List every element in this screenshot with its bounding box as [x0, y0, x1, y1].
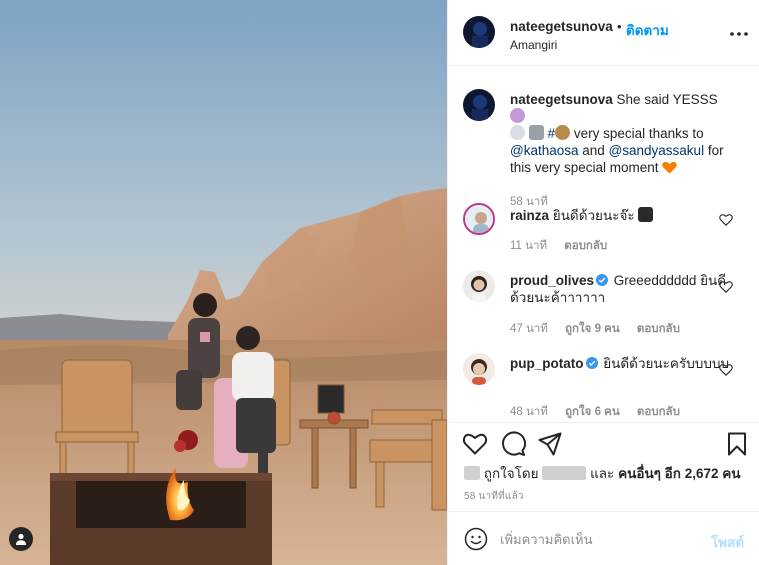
- emoji-icon: [510, 108, 525, 123]
- comment-input[interactable]: [500, 527, 700, 551]
- comment-time[interactable]: 48 นาที: [510, 406, 548, 418]
- landscape-emoji-icon: [528, 125, 544, 140]
- user-tag-icon: [16, 533, 26, 545]
- comment-heart-icon[interactable]: [719, 213, 733, 227]
- likes-summary: ถูกใจโดย และ คนอื่นๆ อีก 2,672 คน: [464, 462, 741, 481]
- caption-text-1: She said YESSS: [616, 92, 718, 107]
- follow-separator: •: [617, 19, 622, 34]
- comment-username[interactable]: rainza: [510, 208, 549, 223]
- smile-icon[interactable]: [464, 527, 488, 551]
- comment-body: ยินดีด้วยนะจ๊ะ: [552, 208, 635, 223]
- verified-badge-icon: [585, 357, 598, 369]
- liker-name-blurred[interactable]: [542, 466, 587, 480]
- comment-username[interactable]: pup_potato: [510, 356, 584, 371]
- comment-likes[interactable]: ถูกใจ 9 คน: [565, 323, 620, 335]
- post-side-panel: nateegetsunova • ติดตาม Amangiri nateege…: [447, 0, 759, 565]
- comment-avatar[interactable]: [463, 203, 495, 235]
- post-image: [0, 0, 447, 565]
- comment-avatar[interactable]: [463, 270, 495, 302]
- post-timestamp[interactable]: 58 นาทีที่แล้ว: [464, 489, 524, 504]
- likes-others-link[interactable]: คนอื่นๆ อีก 2,672 คน: [618, 466, 740, 481]
- comment-time[interactable]: 11 นาที: [510, 240, 547, 252]
- likes-and: และ: [590, 466, 615, 481]
- mention-sandyassakul[interactable]: @sandyassakul: [609, 143, 705, 158]
- reply-button[interactable]: ตอบกลับ: [637, 323, 680, 335]
- caption-text-2: very special thanks to: [573, 126, 704, 141]
- post-location[interactable]: Amangiri: [510, 38, 557, 52]
- reply-button[interactable]: ตอบกลับ: [564, 240, 607, 252]
- comment-meta: 47 นาที ถูกใจ 9 คน ตอบกลับ: [510, 320, 694, 338]
- comment-meta: 11 นาที ตอบกลับ: [510, 237, 621, 255]
- caption-and: and: [582, 143, 605, 158]
- comment-meta: 48 นาที ถูกใจ 6 คน ตอบกลับ: [510, 403, 694, 421]
- avatar-image: [463, 353, 495, 385]
- comment-form: โพสต์: [448, 511, 759, 565]
- bookmark-icon[interactable]: [724, 431, 750, 457]
- verified-badge-icon: [596, 274, 609, 286]
- animal-emoji-icon: [555, 125, 571, 140]
- action-bar: [448, 422, 759, 460]
- liker-avatar-blurred[interactable]: [464, 466, 480, 480]
- comment-text: proud_olives Greeedddddd ยินดีด้วยนะค้าา…: [510, 272, 730, 306]
- comment-likes[interactable]: ถูกใจ 6 คน: [565, 406, 620, 418]
- comment-text: rainza ยินดีด้วยนะจ๊ะ: [510, 207, 730, 224]
- comment-heart-icon[interactable]: [719, 280, 733, 294]
- avatar-image: [463, 16, 495, 48]
- author-avatar[interactable]: [463, 16, 495, 48]
- author-username[interactable]: nateegetsunova: [510, 19, 613, 34]
- more-horizontal-icon[interactable]: [728, 26, 750, 42]
- user-tag-button[interactable]: [9, 527, 33, 551]
- post-photo[interactable]: [0, 0, 447, 565]
- heart-icon[interactable]: [462, 431, 488, 457]
- reply-button[interactable]: ตอบกลับ: [637, 406, 680, 418]
- likes-prefix: ถูกใจโดย: [483, 466, 539, 481]
- post-header: nateegetsunova • ติดตาม Amangiri: [448, 0, 759, 66]
- caption-avatar[interactable]: [463, 89, 495, 121]
- orange-heart-icon: [662, 161, 678, 174]
- follow-button[interactable]: ติดตาม: [626, 19, 669, 41]
- ring-emoji-icon: [510, 125, 525, 140]
- comments-list[interactable]: nateegetsunova She said YESSS # very spe…: [448, 67, 759, 422]
- caption-hashtag[interactable]: #: [548, 126, 556, 141]
- comment-icon[interactable]: [500, 431, 526, 457]
- avatar-image: [465, 205, 493, 233]
- comment-heart-icon[interactable]: [719, 363, 733, 377]
- avatar-image: [463, 89, 495, 121]
- comment-username[interactable]: proud_olives: [510, 273, 594, 288]
- party-emoji-icon: [638, 207, 654, 222]
- post-comment-button[interactable]: โพสต์: [711, 531, 744, 553]
- avatar-image: [463, 270, 495, 302]
- comment-body: ยินดีด้วยนะครับบบบบ: [603, 356, 730, 371]
- comment-avatar[interactable]: [463, 353, 495, 385]
- share-icon[interactable]: [537, 431, 563, 457]
- comment-text: pup_potato ยินดีด้วยนะครับบบบบ: [510, 355, 730, 372]
- mention-kathaosa[interactable]: @kathaosa: [510, 143, 579, 158]
- caption-text: nateegetsunova She said YESSS # very spe…: [510, 91, 730, 176]
- comment-time[interactable]: 47 นาที: [510, 323, 548, 335]
- caption-username[interactable]: nateegetsunova: [510, 92, 613, 107]
